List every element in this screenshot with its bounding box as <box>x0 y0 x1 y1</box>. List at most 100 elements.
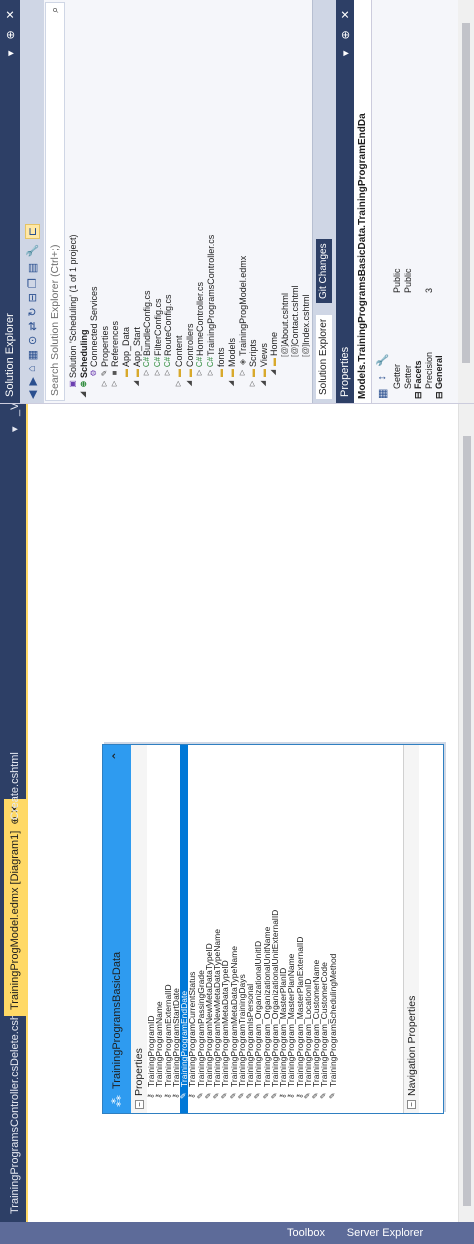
entity-shape[interactable]: ⁂ TrainingProgramsBasicData ⌃ − Properti… <box>102 744 444 1114</box>
expand-arrow-icon[interactable]: ▷ <box>248 379 259 388</box>
tree-item[interactable]: [@] About.cshtml <box>280 0 291 403</box>
preview-selected-icon[interactable]: ⊏ <box>24 223 40 240</box>
entity-property-row[interactable]: ✎ TrainingProgramSchedulingMethod <box>328 745 338 1113</box>
forward-icon[interactable]: ▶ <box>26 377 39 385</box>
tree-item-label: Connected Services <box>89 286 100 367</box>
tree-item[interactable]: ▬ App_Data <box>121 0 132 403</box>
tree-item[interactable]: ▷ C# FilterConfig.cs <box>153 0 164 403</box>
solution-explorer-titlebar[interactable]: Solution Explorer ▾ ⊕ ✕ <box>0 0 20 403</box>
scrollbar-thumb[interactable] <box>462 23 470 363</box>
toolstrip-tab[interactable]: Server Explorer <box>340 1222 430 1244</box>
refresh-icon[interactable]: ↻ <box>26 307 39 316</box>
property-grid-value[interactable]: Public <box>403 0 414 293</box>
property-grid-row[interactable]: Getter Public <box>392 0 403 403</box>
expand-arrow-icon[interactable]: ▷ <box>206 368 217 377</box>
doc-tab[interactable]: TrainingProgramsController.cs <box>4 1060 26 1220</box>
sync-icon[interactable]: ⇄ <box>26 322 39 331</box>
tree-item[interactable]: ▷ ◈ TrainingProgModel.edmx <box>238 0 249 403</box>
toolstrip-tab[interactable]: Toolbox <box>280 1222 332 1244</box>
tree-item[interactable]: ▷ C# RouteConfig.cs <box>163 0 174 403</box>
tree-item[interactable]: ▷ ■ References <box>110 0 121 403</box>
pin-close-icons[interactable]: ▾ ⊕ ✕ <box>339 6 352 56</box>
collapse-icon[interactable]: ⌃ <box>110 751 124 761</box>
tree-item[interactable]: ▷ ✎ Properties <box>100 0 111 403</box>
search-icon[interactable]: ⌕ <box>49 7 62 13</box>
tree-item[interactable]: ⚙ Connected Services <box>89 0 100 403</box>
tree-item[interactable]: ◢ ▬ Controllers <box>185 0 196 403</box>
scrollbar-thumb[interactable] <box>463 436 471 1206</box>
show-all-files-icon[interactable]: ❐ <box>26 278 39 288</box>
property-category[interactable]: ⊟ General <box>434 0 445 403</box>
expand-arrow-icon[interactable]: ◢ <box>132 379 143 388</box>
expand-arrow-icon[interactable]: ◢ <box>185 379 196 388</box>
properties-scrollbar[interactable] <box>458 0 474 403</box>
tree-item[interactable]: ◢ ⊕ Scheduling <box>79 0 90 403</box>
alphabetical-icon[interactable]: ↕ <box>376 375 388 381</box>
property-grid-value[interactable]: Public <box>392 0 403 293</box>
doc-tab[interactable]: Create.cshtml <box>4 746 26 826</box>
expand-arrow-icon[interactable]: ▷ <box>195 368 206 377</box>
navigation-properties-header[interactable]: − Navigation Properties <box>403 745 419 1113</box>
collapse-box-icon[interactable]: ⊟ <box>434 389 444 399</box>
folder-icon: ▬ <box>269 358 279 366</box>
home-icon[interactable]: ⌂ <box>26 365 38 372</box>
view-code-icon[interactable]: ▤ <box>26 263 39 273</box>
property-grid-value[interactable] <box>413 0 424 291</box>
expand-arrow-icon[interactable]: ◢ <box>227 379 238 388</box>
collapse-box-icon[interactable]: − <box>407 1100 416 1109</box>
expand-arrow-icon[interactable]: ▷ <box>100 379 111 388</box>
expand-arrow-icon[interactable]: ▷ <box>163 368 174 377</box>
tree-item[interactable]: [@] Index.cshtml <box>301 0 312 403</box>
solution-explorer-title: Solution Explorer <box>4 313 16 397</box>
tree-item[interactable]: ◢ ▬ Models <box>227 0 238 403</box>
tree-item[interactable]: ◢ ▬ Views <box>259 0 270 403</box>
tree-item-label: About.cshtml <box>279 292 290 345</box>
collapse-box-icon[interactable]: − <box>134 1100 144 1109</box>
file-icon: ■ <box>110 370 120 376</box>
pin-close-icons[interactable]: ▾ ⊕ ✕ <box>4 6 17 56</box>
tree-item[interactable]: ▷ ▬ Content <box>174 0 185 403</box>
tree-item[interactable]: ▷ C# BundleConfig.cs <box>142 0 153 403</box>
categorized-icon[interactable]: ▦ <box>376 389 389 399</box>
tree-item[interactable]: ▷ ▬ Scripts <box>248 0 259 403</box>
property-grid-value[interactable]: 3 <box>424 0 435 293</box>
properties-object-selector[interactable]: Models.TrainingProgramsBasicData.Trainin… <box>354 0 372 403</box>
tree-item[interactable]: ◢ ▬ Home <box>269 0 280 403</box>
collapse-all-icon[interactable]: ⊟ <box>26 293 39 302</box>
wrench-icon[interactable]: 🔧 <box>376 353 389 367</box>
property-grid-row[interactable]: Setter Public <box>403 0 414 403</box>
property-grid-row[interactable]: Precision 3 <box>424 0 435 403</box>
editor-scrollbar[interactable] <box>458 404 474 1222</box>
expand-arrow-icon[interactable]: ▷ <box>110 379 121 388</box>
property-grid-value[interactable] <box>434 0 445 291</box>
tab-overflow-icon[interactable]: ▾ <box>4 420 26 438</box>
expand-arrow-icon[interactable]: ▷ <box>153 368 164 377</box>
pending-changes-icon[interactable]: ⊙ <box>26 336 39 345</box>
tree-item[interactable]: [@] Contact.cshtml <box>290 0 301 403</box>
tree-item[interactable]: ▣ Solution 'Scheduling' (1 of 1 project) <box>68 0 79 403</box>
expand-arrow-icon[interactable]: ▷ <box>238 368 249 377</box>
tree-item[interactable]: ▷ C# TrainingProgramsController.cs <box>206 0 217 403</box>
expand-arrow-icon[interactable]: ▷ <box>142 368 153 377</box>
properties-icon[interactable]: 🔧 <box>26 244 39 258</box>
doc-tab[interactable]: TrainingProgModel.edmx [Diagram1]⊕ ✕ <box>4 799 26 1016</box>
expand-arrow-icon[interactable]: ◢ <box>269 368 280 377</box>
panel-tab[interactable]: Solution Explorer <box>316 314 332 399</box>
expand-arrow-icon[interactable]: ▷ <box>174 379 185 388</box>
panel-tab[interactable]: Git Changes <box>316 239 332 303</box>
search-input[interactable]: Search Solution Explorer (Ctrl+;) <box>49 245 61 396</box>
diagram-surface[interactable]: ⁂ TrainingProgramsBasicData ⌃ − Properti… <box>30 404 474 1222</box>
tree-item[interactable]: ◢ ▬ App_Start <box>132 0 143 403</box>
expand-arrow-icon[interactable]: ◢ <box>259 379 270 388</box>
tree-item[interactable]: ▷ C# HomeController.cs <box>195 0 206 403</box>
expand-arrow-icon[interactable]: ◢ <box>79 390 90 399</box>
collapse-box-icon[interactable]: ⊟ <box>413 389 423 399</box>
tree-item[interactable]: ▬ fonts <box>216 0 227 403</box>
back-icon[interactable]: ◀ <box>26 391 39 399</box>
entity-header[interactable]: ⁂ TrainingProgramsBasicData ⌃ <box>103 745 131 1113</box>
properties-section-header[interactable]: − Properties <box>131 745 147 1113</box>
properties-titlebar[interactable]: Properties ▾ ⊕ ✕ <box>336 0 354 403</box>
property-category[interactable]: ⊟ Facets <box>413 0 424 403</box>
switch-views-icon[interactable]: ▦ <box>26 350 39 360</box>
solution-search-box[interactable]: Search Solution Explorer (Ctrl+;) ⌕ <box>45 2 65 401</box>
